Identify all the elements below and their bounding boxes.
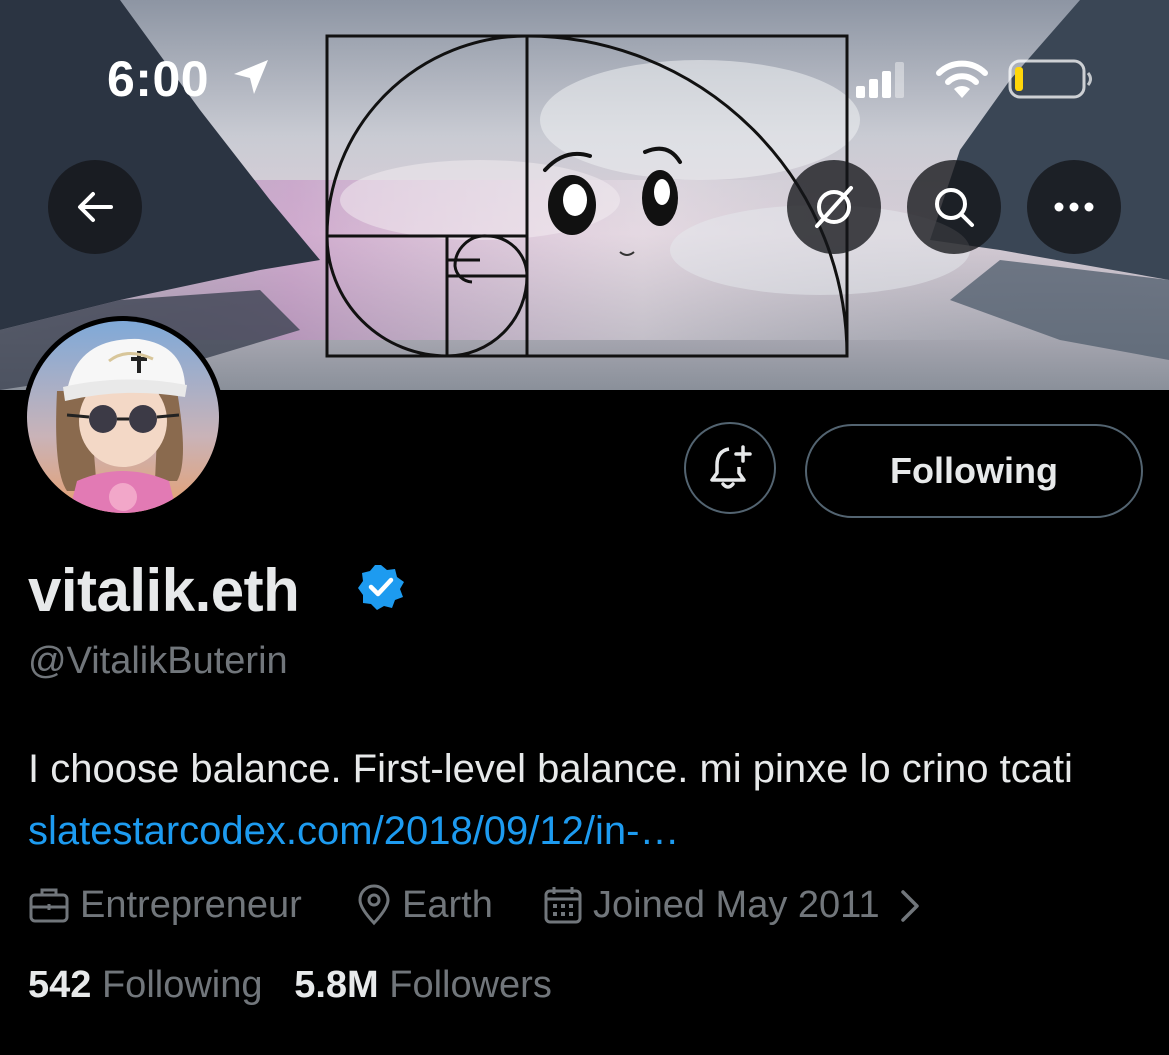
follow-counts: 542 Following 5.8M Followers <box>28 964 552 1007</box>
profile-bio: I choose balance. First-level balance. m… <box>28 738 1138 862</box>
grok-button[interactable] <box>787 160 881 254</box>
location-text: Earth <box>402 883 493 926</box>
cellular-signal-icon <box>856 62 904 98</box>
bio-link[interactable]: slatestarcodex.com/2018/09/12/in-… <box>28 809 679 853</box>
status-time: 6:00 <box>107 51 210 107</box>
profession-text: Entrepreneur <box>80 883 302 926</box>
followers-label: Followers <box>389 964 552 1006</box>
joined-text: Joined May 2011 <box>593 883 880 926</box>
location-pin-icon <box>358 884 390 926</box>
bio-text: I choose balance. First-level balance. m… <box>28 747 1073 791</box>
more-options-button[interactable] <box>1027 160 1121 254</box>
location-item: Earth <box>356 880 493 930</box>
display-name: vitalik.eth <box>28 557 300 624</box>
grok-icon <box>815 186 853 228</box>
briefcase-icon <box>29 888 69 923</box>
followers-count-link[interactable]: 5.8M Followers <box>294 964 552 1006</box>
back-button[interactable] <box>48 160 142 254</box>
following-label: Following <box>101 964 263 1006</box>
notifications-button[interactable] <box>684 422 776 514</box>
search-button[interactable] <box>907 160 1001 254</box>
avatar-image <box>27 321 219 513</box>
more-icon <box>1054 202 1094 212</box>
profile-avatar[interactable] <box>22 316 224 518</box>
chevron-right-icon[interactable] <box>898 888 922 924</box>
joined-date-item: Joined May 2011 <box>543 880 880 930</box>
bell-plus-icon <box>710 445 752 489</box>
following-count: 542 <box>28 964 92 1006</box>
wifi-icon <box>936 60 988 98</box>
following-count-link[interactable]: 542 Following <box>28 964 263 1006</box>
battery-icon <box>1008 59 1092 99</box>
profession-item: Entrepreneur <box>28 880 302 930</box>
location-arrow-icon <box>234 60 268 94</box>
following-button[interactable]: Following <box>805 424 1143 518</box>
followers-count: 5.8M <box>294 964 379 1006</box>
calendar-icon <box>544 887 582 924</box>
verified-badge-icon[interactable] <box>357 563 405 611</box>
search-icon <box>935 188 974 227</box>
back-arrow-icon <box>78 192 113 222</box>
user-handle: @VitalikButerin <box>28 640 288 682</box>
